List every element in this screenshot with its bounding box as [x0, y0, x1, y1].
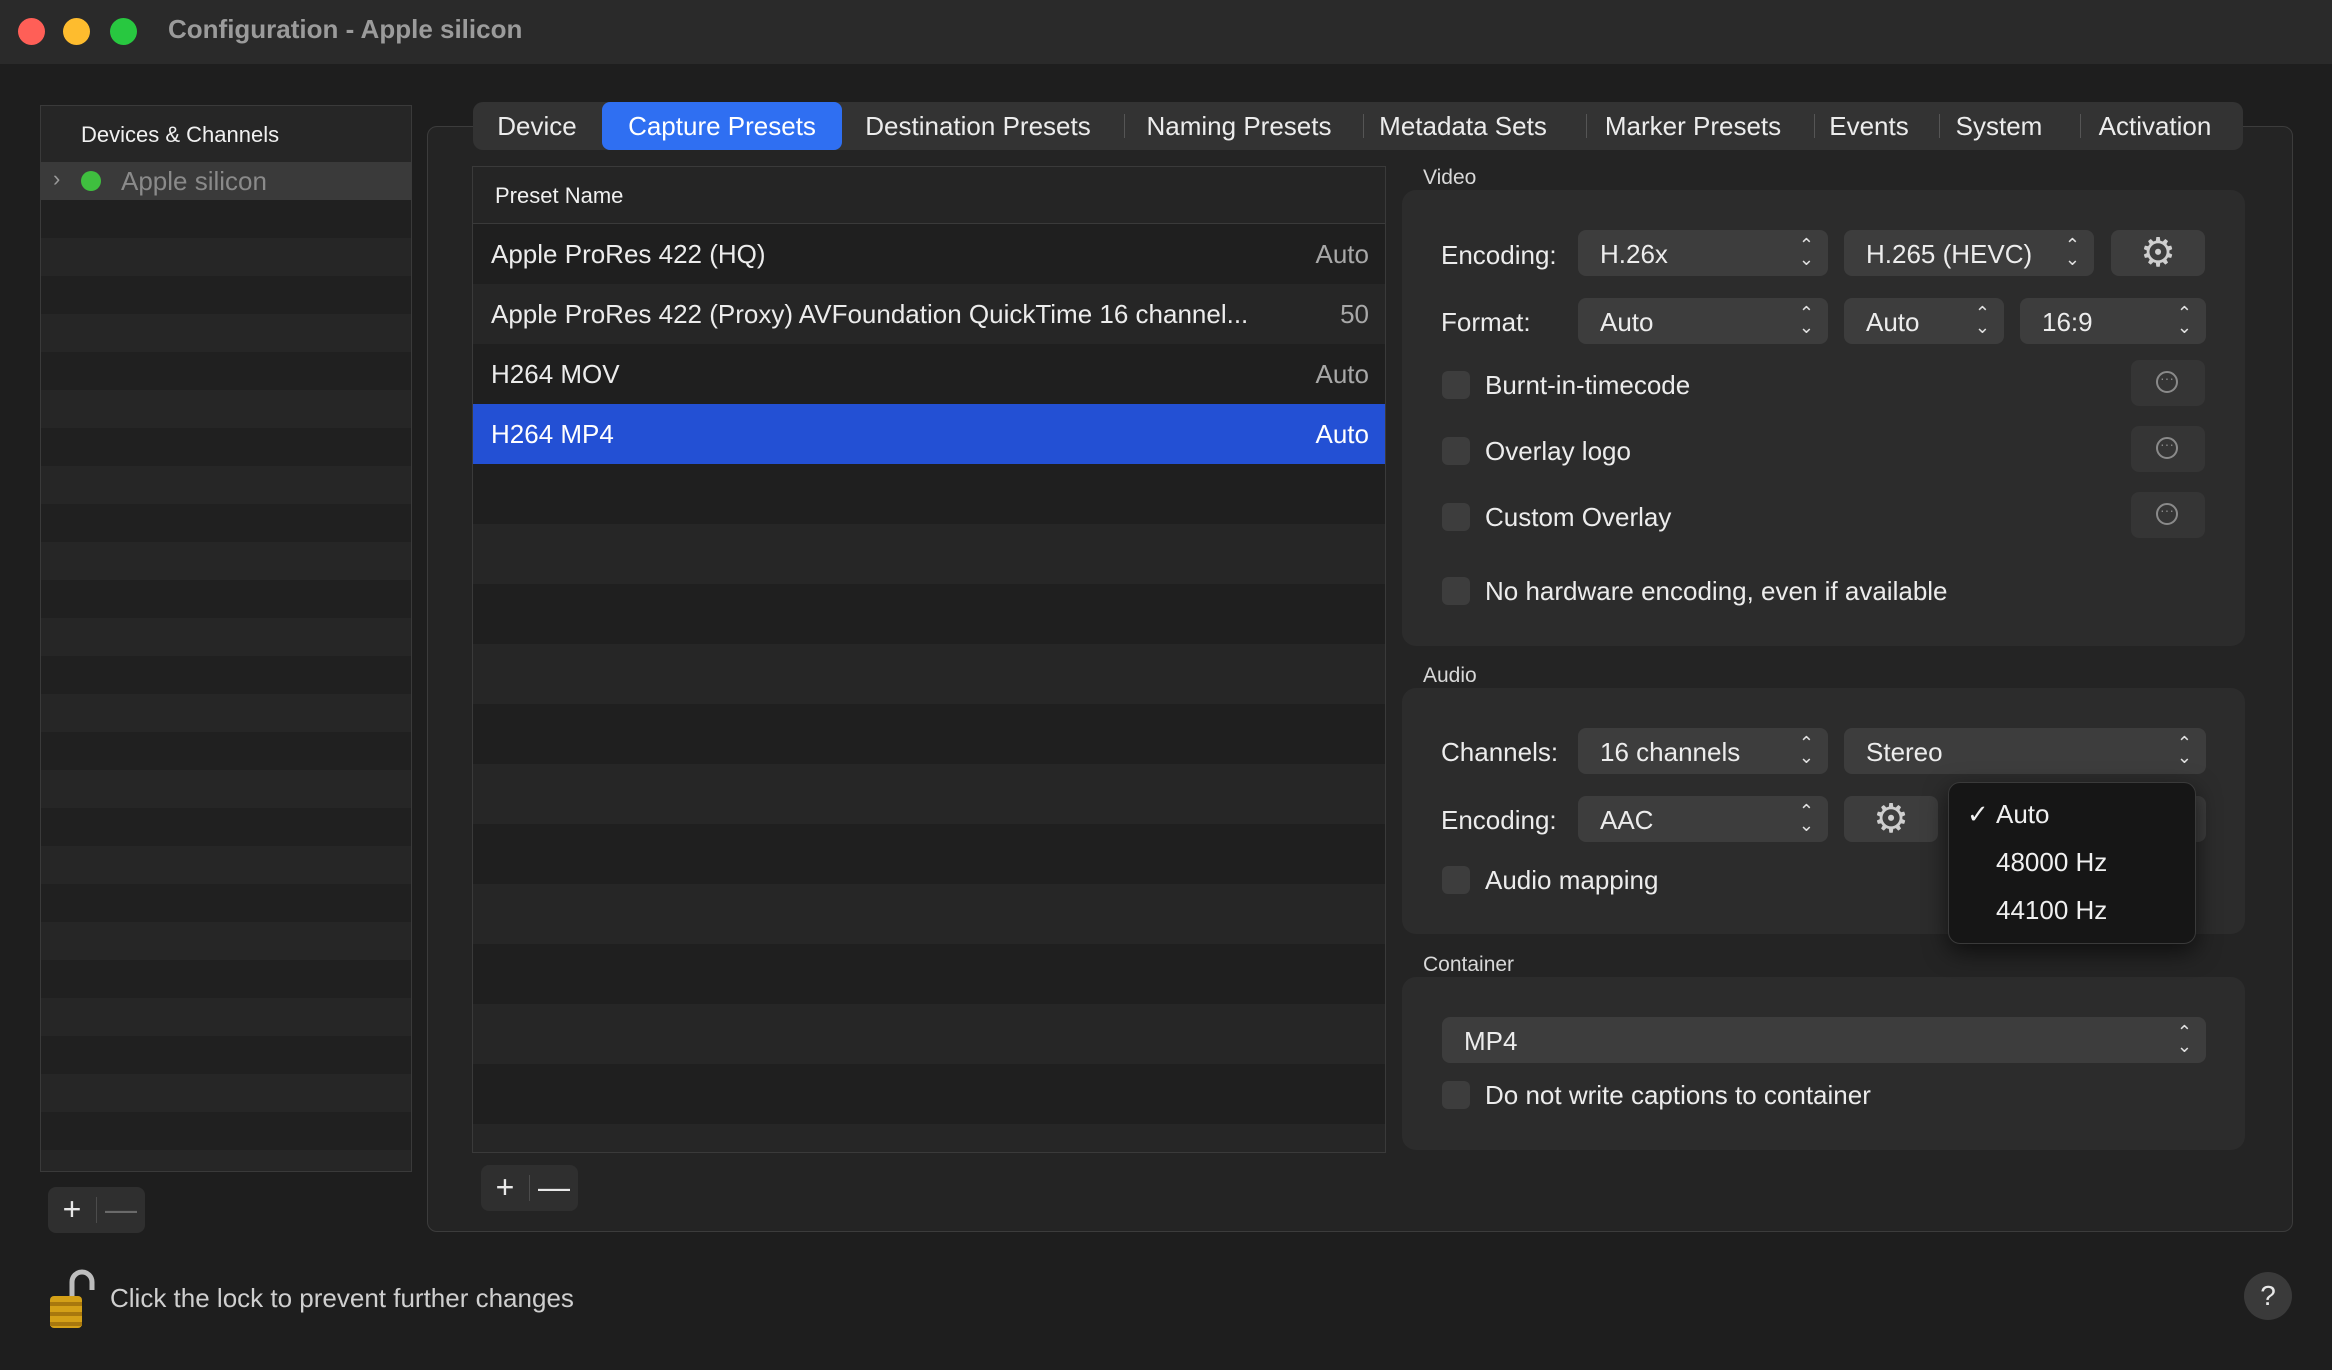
sidebar-item-apple-silicon[interactable]: › Apple silicon: [41, 162, 411, 200]
samplerate-menu: ✓ Auto 48000 Hz 44100 Hz: [1948, 782, 2196, 944]
table-row[interactable]: Apple ProRes 422 (HQ) Auto: [473, 224, 1385, 284]
audio-encoding-settings-gear-icon[interactable]: ⚙: [1844, 796, 1938, 842]
table-row[interactable]: Apple ProRes 422 (Proxy) AVFoundation Qu…: [473, 284, 1385, 344]
burnt-in-timecode-label: Burnt-in-timecode: [1485, 370, 1691, 400]
more-icon: ···: [2156, 437, 2178, 459]
updown-chevron-icon: ⌃ ⌄: [2176, 733, 2192, 767]
zoom-window-button[interactable]: [110, 18, 137, 45]
container-format-popup[interactable]: MP4 ⌃ ⌄: [1442, 1017, 2206, 1063]
updown-chevron-icon: ⌃ ⌄: [2176, 1022, 2192, 1056]
audio-encoding-label: Encoding:: [1441, 805, 1557, 835]
menu-item-48000-hz[interactable]: 48000 Hz: [1996, 847, 2107, 878]
column-header-preset-name: Preset Name: [495, 183, 624, 208]
overlay-logo-more-button[interactable]: ···: [2131, 426, 2205, 472]
help-button[interactable]: ?: [2244, 1272, 2292, 1320]
sidebar-header: Devices & Channels: [41, 106, 411, 162]
video-encoding-settings-gear-icon[interactable]: ⚙: [2111, 230, 2205, 276]
tab-bar: Device Capture Presets Destination Prese…: [473, 102, 2243, 150]
sidebar-add-remove-bar: + —: [48, 1187, 145, 1233]
video-encoding-label: Encoding:: [1441, 240, 1557, 270]
video-format-popup-2[interactable]: Auto ⌃ ⌄: [1844, 298, 2004, 344]
unlocked-padlock-icon[interactable]: [48, 1268, 98, 1330]
container-panel: [1402, 977, 2245, 1150]
presets-add-remove-bar: + —: [481, 1165, 578, 1211]
updown-chevron-icon: ⌃ ⌄: [1798, 303, 1814, 337]
video-codec-popup[interactable]: H.265 (HEVC) ⌃ ⌄: [1844, 230, 2094, 276]
overlay-logo-checkbox[interactable]: [1442, 437, 1470, 465]
updown-chevron-icon: ⌃ ⌄: [1798, 733, 1814, 767]
overlay-logo-label: Overlay logo: [1485, 436, 1631, 466]
tab-marker-presets[interactable]: Marker Presets: [1586, 102, 1800, 150]
updown-chevron-icon: ⌃ ⌄: [1798, 235, 1814, 269]
table-row-selected[interactable]: H264 MP4 Auto: [473, 404, 1385, 464]
checkmark-icon: ✓: [1967, 799, 1989, 829]
close-window-button[interactable]: [18, 18, 45, 45]
audio-channels-label: Channels:: [1441, 737, 1559, 767]
minimize-window-button[interactable]: [63, 18, 90, 45]
table-header[interactable]: Preset Name: [473, 167, 1385, 224]
sidebar-item-label: Apple silicon: [121, 166, 267, 196]
no-hardware-encoding-checkbox[interactable]: [1442, 577, 1470, 605]
tab-capture-presets[interactable]: Capture Presets: [602, 102, 842, 150]
video-format-popup-1[interactable]: Auto ⌃ ⌄: [1578, 298, 1828, 344]
audio-channels-popup[interactable]: 16 channels ⌃ ⌄: [1578, 728, 1828, 774]
burnt-in-timecode-checkbox[interactable]: [1442, 371, 1470, 399]
container-section-title: Container: [1423, 953, 1515, 976]
audio-section-title: Audio: [1423, 664, 1477, 687]
updown-chevron-icon: ⌃ ⌄: [2064, 235, 2080, 269]
video-encoding-family-popup[interactable]: H.26x ⌃ ⌄: [1578, 230, 1828, 276]
audio-mapping-checkbox[interactable]: [1442, 866, 1470, 894]
presets-table: Preset Name Apple ProRes 422 (HQ) Auto A…: [472, 166, 1386, 1153]
add-device-button[interactable]: +: [48, 1187, 96, 1233]
custom-overlay-checkbox[interactable]: [1442, 503, 1470, 531]
video-section-title: Video: [1423, 166, 1477, 189]
more-icon: ···: [2156, 371, 2178, 393]
disclosure-chevron-icon[interactable]: ›: [53, 166, 60, 192]
tab-activation[interactable]: Activation: [2080, 102, 2230, 150]
status-dot-icon: [81, 171, 101, 191]
menu-item-auto[interactable]: Auto: [1996, 799, 2050, 830]
remove-device-button[interactable]: —: [97, 1187, 145, 1233]
tab-system[interactable]: System: [1939, 102, 2059, 150]
audio-encoding-popup[interactable]: AAC ⌃ ⌄: [1578, 796, 1828, 842]
video-format-label: Format:: [1441, 307, 1531, 337]
audio-mapping-label: Audio mapping: [1485, 865, 1659, 895]
remove-preset-button[interactable]: —: [530, 1165, 578, 1211]
tab-metadata-sets[interactable]: Metadata Sets: [1363, 102, 1563, 150]
tab-naming-presets[interactable]: Naming Presets: [1124, 102, 1354, 150]
tab-destination-presets[interactable]: Destination Presets: [847, 102, 1109, 150]
sidebar-header-label: Devices & Channels: [81, 122, 280, 147]
updown-chevron-icon: ⌃ ⌄: [2176, 303, 2192, 337]
custom-overlay-label: Custom Overlay: [1485, 502, 1672, 532]
custom-overlay-more-button[interactable]: ···: [2131, 492, 2205, 538]
add-preset-button[interactable]: +: [481, 1165, 529, 1211]
audio-layout-popup[interactable]: Stereo ⌃ ⌄: [1844, 728, 2206, 774]
window-title: Configuration - Apple silicon: [168, 14, 523, 44]
tab-device[interactable]: Device: [473, 102, 601, 150]
more-icon: ···: [2156, 503, 2178, 525]
updown-chevron-icon: ⌃ ⌄: [1798, 801, 1814, 835]
no-captions-checkbox[interactable]: [1442, 1081, 1470, 1109]
lock-hint-text: Click the lock to prevent further change…: [110, 1283, 574, 1313]
menu-item-44100-hz[interactable]: 44100 Hz: [1996, 895, 2107, 926]
updown-chevron-icon: ⌃ ⌄: [1974, 303, 1990, 337]
video-aspect-ratio-popup[interactable]: 16:9 ⌃ ⌄: [2020, 298, 2206, 344]
no-hardware-encoding-label: No hardware encoding, even if available: [1485, 576, 1948, 606]
burnt-in-timecode-more-button[interactable]: ···: [2131, 360, 2205, 406]
title-bar: Configuration - Apple silicon: [0, 0, 2332, 64]
no-captions-label: Do not write captions to container: [1485, 1080, 1871, 1110]
tab-events[interactable]: Events: [1814, 102, 1924, 150]
devices-sidebar: Devices & Channels › Apple silicon: [40, 105, 412, 1172]
table-row[interactable]: H264 MOV Auto: [473, 344, 1385, 404]
